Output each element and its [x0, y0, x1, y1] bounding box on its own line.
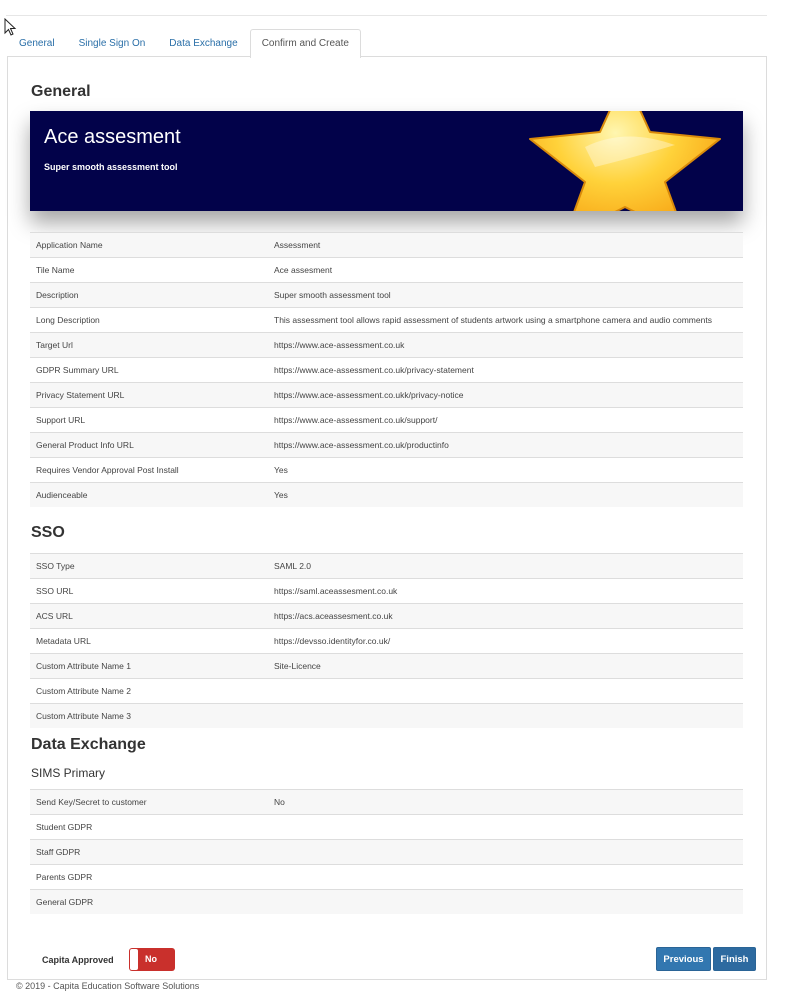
row-value: Assessment [268, 232, 743, 258]
row-value: SAML 2.0 [268, 553, 743, 579]
tab-confirm-and-create[interactable]: Confirm and Create [249, 29, 361, 58]
row-key: Tile Name [30, 257, 268, 283]
table-row: Description Super smooth assessment tool [30, 282, 743, 308]
table-row: General Product Info URL https://www.ace-… [30, 432, 743, 458]
toggle-state-label: No [145, 954, 157, 964]
general-details-table: Application Name Assessment Tile Name Ace … [30, 232, 743, 507]
table-row: GDPR Summary URL https://www.ace-assessme… [30, 357, 743, 383]
table-row: Support URL https://www.ace-assessment.co… [30, 407, 743, 433]
row-value [268, 678, 743, 704]
row-value [268, 839, 743, 865]
sso-heading: SSO [31, 524, 65, 541]
row-value: https://www.ace-assessment.co.uk/product… [268, 432, 743, 458]
table-row: Metadata URL https://devsso.identityfor.c… [30, 628, 743, 654]
table-row: Target Url https://www.ace-assessment.co.… [30, 332, 743, 358]
row-key: General GDPR [30, 889, 268, 914]
row-key: Long Description [30, 307, 268, 333]
row-value: https://devsso.identityfor.co.uk/ [268, 628, 743, 654]
row-key: Privacy Statement URL [30, 382, 268, 408]
table-row: SSO URL https://saml.aceassesment.co.uk [30, 578, 743, 604]
table-row: General GDPR [30, 889, 743, 914]
row-value [268, 864, 743, 890]
sso-details-table: SSO Type SAML 2.0 SSO URL https://saml.ace… [30, 553, 743, 728]
row-value: No [268, 789, 743, 815]
row-key: Custom Attribute Name 1 [30, 653, 268, 679]
previous-button[interactable]: Previous [656, 947, 711, 971]
banner-title: Ace assesment [44, 126, 181, 148]
tab-data-exchange[interactable]: Data Exchange [157, 29, 249, 57]
copyright-text: © 2019 - Capita Education Software Solut… [16, 981, 200, 991]
row-value: https://www.ace-assessment.co.uk/support… [268, 407, 743, 433]
table-row: Custom Attribute Name 1 Site-Licence [30, 653, 743, 679]
row-key: Description [30, 282, 268, 308]
data-exchange-subheading: SIMS Primary [31, 766, 106, 780]
row-value [268, 889, 743, 914]
table-row: Privacy Statement URL https://www.ace-ass… [30, 382, 743, 408]
table-row: Application Name Assessment [30, 232, 743, 258]
row-key: Target Url [30, 332, 268, 358]
capita-approved-label: Capita Approved [42, 955, 114, 965]
row-key: Student GDPR [30, 814, 268, 840]
table-row: Send Key/Secret to customer No [30, 789, 743, 815]
row-value [268, 703, 743, 728]
table-row: Custom Attribute Name 3 [30, 703, 743, 728]
row-key: Audienceable [30, 482, 268, 507]
table-row: Tile Name Ace assesment [30, 257, 743, 283]
data-exchange-heading: Data Exchange [31, 736, 146, 753]
toggle-knob [130, 949, 138, 970]
general-heading: General [31, 83, 91, 100]
row-key: SSO Type [30, 553, 268, 579]
wizard-footer: Capita Approved No Previous Finish [8, 937, 766, 977]
confirm-panel: General Ace assesment Super smooth asses… [7, 56, 767, 980]
table-row: Requires Vendor Approval Post Install Yes [30, 457, 743, 483]
finish-button[interactable]: Finish [713, 947, 756, 971]
table-row: Long Description This assessment tool all… [30, 307, 743, 333]
row-key: Send Key/Secret to customer [30, 789, 268, 815]
row-value: https://acs.aceassesment.co.uk [268, 603, 743, 629]
row-value: Site-Licence [268, 653, 743, 679]
row-key: General Product Info URL [30, 432, 268, 458]
top-divider [6, 15, 767, 16]
row-key: Support URL [30, 407, 268, 433]
row-value: This assessment tool allows rapid assess… [268, 307, 743, 333]
star-icon [529, 111, 721, 211]
table-row: ACS URL https://acs.aceassesment.co.uk [30, 603, 743, 629]
row-key: Staff GDPR [30, 839, 268, 865]
row-value: https://www.ace-assessment.co.uk/privacy… [268, 357, 743, 383]
capita-approved-toggle[interactable]: No [129, 948, 175, 971]
row-key: Application Name [30, 232, 268, 258]
row-value [268, 814, 743, 840]
tab-single-sign-on[interactable]: Single Sign On [67, 29, 158, 57]
row-value: Super smooth assessment tool [268, 282, 743, 308]
row-key: Metadata URL [30, 628, 268, 654]
row-key: SSO URL [30, 578, 268, 604]
row-key: Parents GDPR [30, 864, 268, 890]
table-row: SSO Type SAML 2.0 [30, 553, 743, 579]
row-key: Requires Vendor Approval Post Install [30, 457, 268, 483]
app-tile-banner: Ace assesment Super smooth assessment to… [30, 111, 743, 211]
banner-subtitle: Super smooth assessment tool [44, 162, 178, 172]
table-row: Audienceable Yes [30, 482, 743, 507]
row-value: Yes [268, 457, 743, 483]
table-row: Parents GDPR [30, 864, 743, 890]
row-value: Ace assesment [268, 257, 743, 283]
tab-general[interactable]: General [7, 29, 67, 57]
row-value: https://saml.aceassesment.co.uk [268, 578, 743, 604]
row-key: Custom Attribute Name 2 [30, 678, 268, 704]
table-row: Staff GDPR [30, 839, 743, 865]
data-exchange-table: Send Key/Secret to customer No Student GD… [30, 789, 743, 914]
table-row: Student GDPR [30, 814, 743, 840]
row-key: Custom Attribute Name 3 [30, 703, 268, 728]
wizard-tabs: General Single Sign On Data Exchange Con… [7, 29, 361, 58]
row-key: GDPR Summary URL [30, 357, 268, 383]
row-value: Yes [268, 482, 743, 507]
row-key: ACS URL [30, 603, 268, 629]
row-value: https://www.ace-assessment.co.ukk/privac… [268, 382, 743, 408]
row-value: https://www.ace-assessment.co.uk [268, 332, 743, 358]
table-row: Custom Attribute Name 2 [30, 678, 743, 704]
